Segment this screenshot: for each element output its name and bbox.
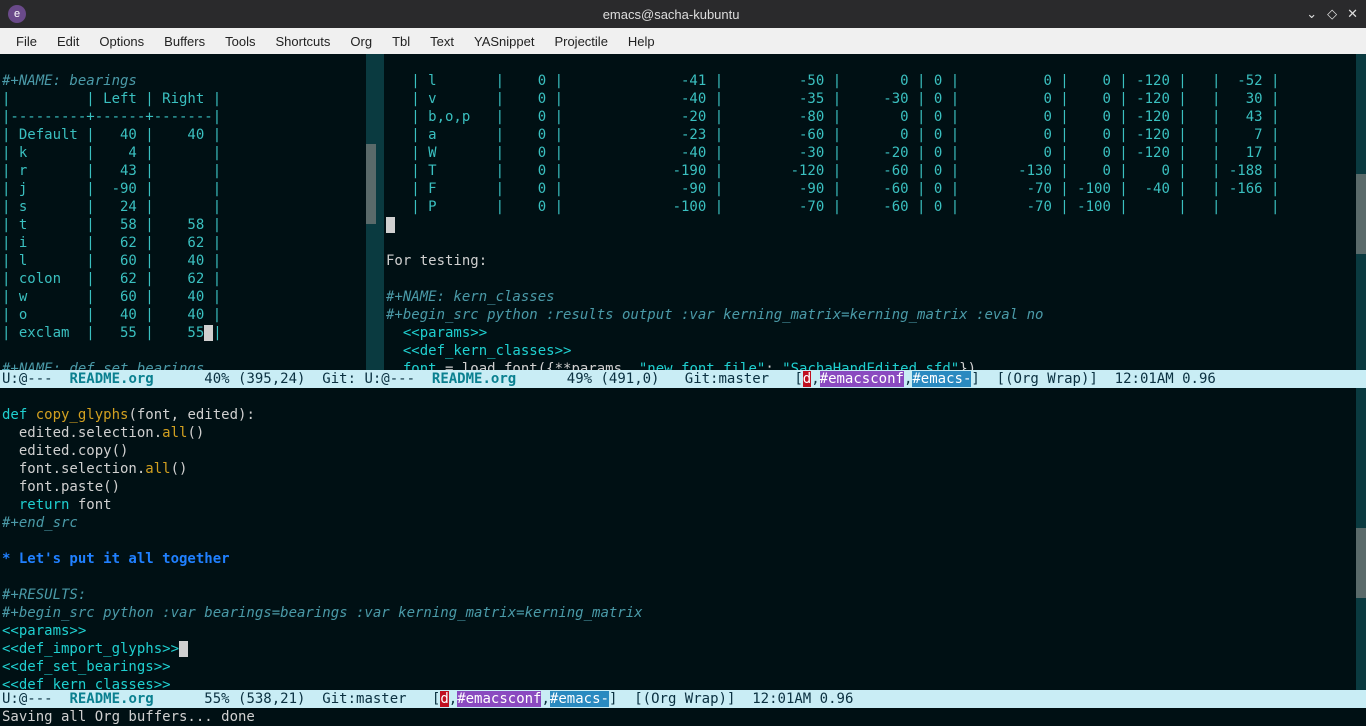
modeline-top[interactable]: U:@--- README.org 40% (395,24) Git: U:@-… [0, 370, 1366, 388]
table-row: | s | 24 | | [2, 199, 221, 215]
code-line: edited.copy() [2, 443, 128, 459]
org-name-directive: #+NAME: bearings [2, 73, 137, 89]
table-row: | v | 0 | -40 | -35 | -30 | 0 | 0 | 0 | … [386, 91, 1279, 107]
cursor [204, 325, 213, 341]
table-header: | | Left | Right | [2, 91, 221, 107]
emacs-icon: e [8, 5, 26, 23]
text-line: For testing: [386, 253, 487, 269]
menu-tools[interactable]: Tools [215, 31, 265, 52]
table-row: | T | 0 | -190 | -120 | -60 | 0 | -130 |… [386, 163, 1279, 179]
modeline-bottom[interactable]: U:@--- README.org 55% (538,21) Git:maste… [0, 690, 1366, 708]
org-results: #+RESULTS: [2, 587, 86, 603]
menu-shortcuts[interactable]: Shortcuts [265, 31, 340, 52]
table-row: | Default | 40 | 40 | [2, 127, 221, 143]
noweb-ref: <<params>> [2, 623, 86, 639]
scrollbar-bottom[interactable] [1356, 388, 1366, 690]
noweb-ref: <<params>> [386, 325, 487, 341]
table-sep: |---------+------+-------| [2, 109, 221, 125]
code-line: font = load_font({**params, "new_font_fi… [386, 361, 976, 370]
table-row: | colon | 62 | 62 | [2, 271, 221, 287]
menu-help[interactable]: Help [618, 31, 665, 52]
table-row: | l | 0 | -41 | -50 | 0 | 0 | 0 | 0 | -1… [386, 73, 1279, 89]
table-row: | P | 0 | -100 | -70 | -60 | 0 | -70 | -… [386, 199, 1279, 215]
scrollbar-thumb[interactable] [1356, 174, 1366, 254]
modeline-channel: #emacsconf [820, 371, 904, 387]
org-name-directive: #+NAME: def_set_bearings [2, 361, 204, 370]
menu-buffers[interactable]: Buffers [154, 31, 215, 52]
table-row: | k | 4 | | [2, 145, 221, 161]
menu-yasnippet[interactable]: YASnippet [464, 31, 544, 52]
modeline-filename: README.org [69, 691, 153, 707]
window-minimize-icon[interactable]: ⌄ [1306, 6, 1317, 22]
table-row: | i | 62 | 62 | [2, 235, 221, 251]
scrollbar-thumb[interactable] [1356, 528, 1366, 598]
noweb-ref: <<def_kern_classes>> [386, 343, 571, 359]
table-row: | b,o,p | 0 | -20 | -80 | 0 | 0 | 0 | 0 … [386, 109, 1279, 125]
cursor [179, 641, 188, 657]
table-row: | F | 0 | -90 | -90 | -60 | 0 | -70 | -1… [386, 181, 1279, 197]
org-heading: * Let's put it all together [2, 551, 230, 567]
menu-projectile[interactable]: Projectile [544, 31, 617, 52]
top-right-pane[interactable]: | l | 0 | -41 | -50 | 0 | 0 | 0 | 0 | -1… [384, 54, 1366, 370]
menu-tbl[interactable]: Tbl [382, 31, 420, 52]
code-line: return font [2, 497, 112, 513]
menu-file[interactable]: File [6, 31, 47, 52]
bottom-pane[interactable]: def copy_glyphs(font, edited): edited.se… [0, 388, 1366, 690]
code-line: edited.selection.all() [2, 425, 204, 441]
org-begin-src: #+begin_src python :results output :var … [386, 307, 1043, 323]
org-name-directive: #+NAME: kern_classes [386, 289, 555, 305]
scrollbar-right[interactable] [1356, 54, 1366, 370]
table-row: | l | 60 | 40 | [2, 253, 221, 269]
top-left-pane[interactable]: #+NAME: bearings | | Left | Right | |---… [0, 54, 384, 370]
modeline-filename: README.org [69, 371, 153, 387]
menu-options[interactable]: Options [89, 31, 154, 52]
scrollbar-left[interactable] [366, 54, 376, 370]
table-row: | o | 40 | 40 | [2, 307, 221, 323]
modeline-channel: #emacs- [912, 371, 971, 387]
table-row-end: | [213, 325, 221, 341]
modeline-channel: #emacsconf [457, 691, 541, 707]
scrollbar-thumb[interactable] [366, 144, 376, 224]
noweb-ref: <<def_kern_classes>> [2, 677, 171, 690]
menu-edit[interactable]: Edit [47, 31, 89, 52]
window-maximize-icon[interactable]: ◇ [1327, 6, 1337, 22]
window-titlebar: e emacs@sacha-kubuntu ⌄ ◇ ✕ [0, 0, 1366, 28]
cursor [386, 217, 395, 233]
table-row: | t | 58 | 58 | [2, 217, 221, 233]
noweb-ref: <<def_set_bearings>> [2, 659, 171, 675]
menu-text[interactable]: Text [420, 31, 464, 52]
menu-bar: File Edit Options Buffers Tools Shortcut… [0, 28, 1366, 54]
window-title: emacs@sacha-kubuntu [36, 7, 1306, 22]
code-line: def copy_glyphs(font, edited): [2, 407, 255, 423]
org-end-src: #+end_src [2, 515, 78, 531]
org-begin-src: #+begin_src python :var bearings=bearing… [2, 605, 643, 621]
modeline-filename: README.org [432, 371, 516, 387]
table-row: | r | 43 | | [2, 163, 221, 179]
table-row: | W | 0 | -40 | -30 | -20 | 0 | 0 | 0 | … [386, 145, 1279, 161]
table-row: | exclam | 55 | 55 [2, 325, 204, 341]
noweb-ref: <<def_import_glyphs>> [2, 641, 179, 657]
modeline-badge: d [440, 691, 448, 707]
table-row: | a | 0 | -23 | -60 | 0 | 0 | 0 | 0 | -1… [386, 127, 1279, 143]
table-row: | w | 60 | 40 | [2, 289, 221, 305]
modeline-badge: d [803, 371, 811, 387]
modeline-channel: #emacs- [550, 691, 609, 707]
menu-org[interactable]: Org [340, 31, 382, 52]
table-row: | j | -90 | | [2, 181, 221, 197]
code-line: font.selection.all() [2, 461, 187, 477]
code-line: font.paste() [2, 479, 120, 495]
window-close-icon[interactable]: ✕ [1347, 6, 1358, 22]
minibuffer[interactable]: Saving all Org buffers... done [0, 708, 1366, 726]
